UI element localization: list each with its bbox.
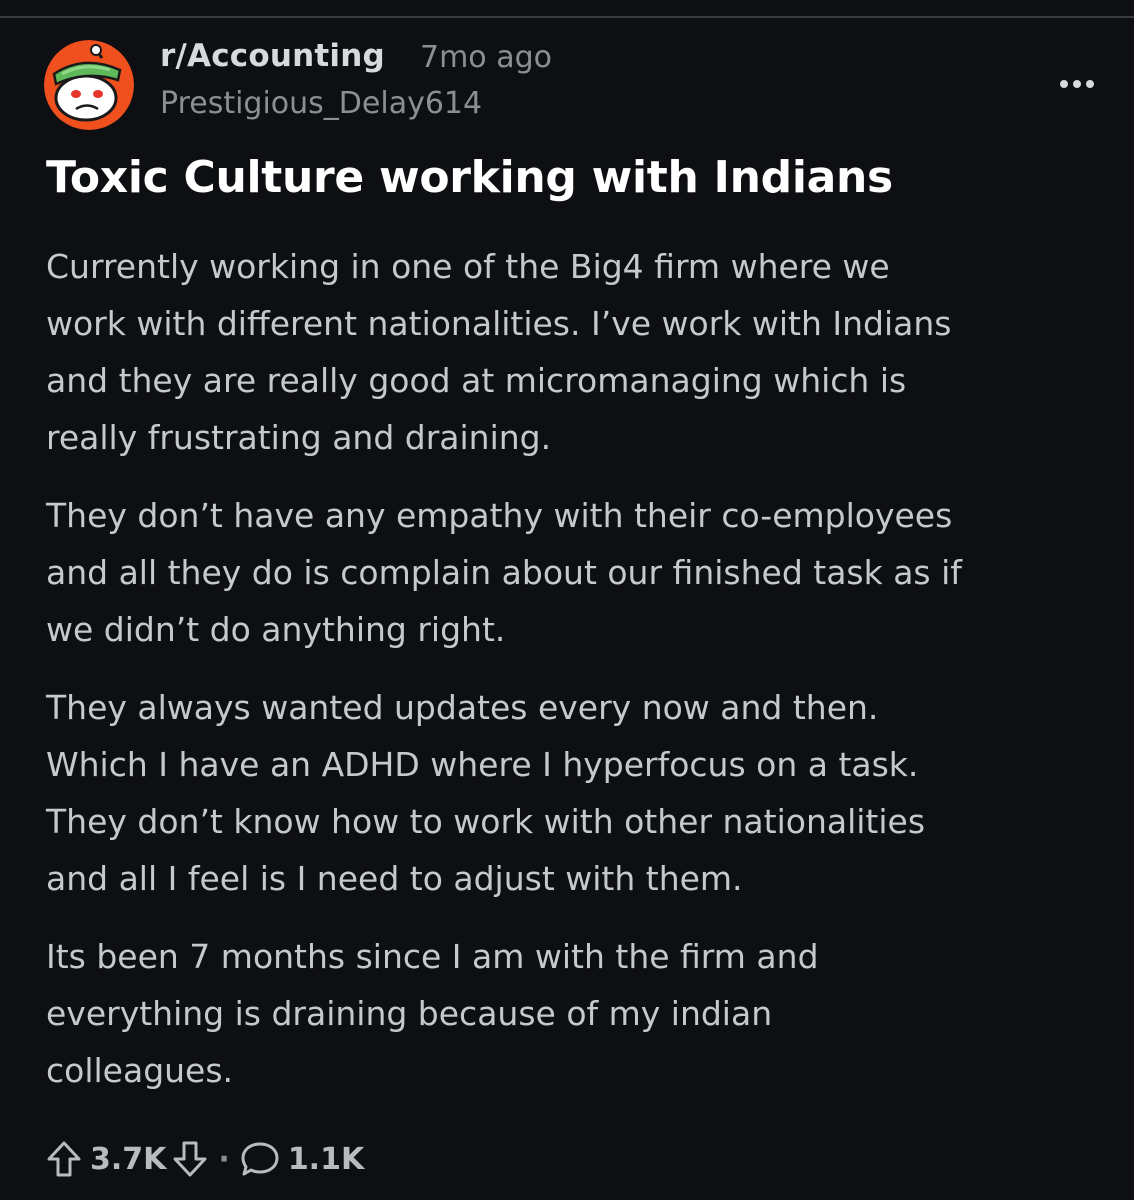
upvote-button[interactable] — [46, 1140, 82, 1178]
more-options-icon — [1060, 80, 1094, 88]
comments-button[interactable] — [240, 1140, 280, 1178]
subreddit-link[interactable]: r/Accounting — [160, 38, 385, 74]
downvote-arrow-icon — [173, 1141, 207, 1177]
upvote-arrow-icon — [47, 1141, 81, 1177]
body-paragraph: They don’t have any empathy with their c… — [46, 496, 962, 649]
upvote-count: 3.7K — [90, 1141, 167, 1177]
post-title[interactable]: Toxic Culture working with Indians — [46, 148, 1106, 208]
comment-bubble-icon — [241, 1142, 279, 1176]
snoo-avatar-icon[interactable] — [44, 40, 134, 130]
action-separator: · — [218, 1141, 230, 1177]
body-paragraph: Currently working in one of the Big4 fir… — [46, 247, 952, 457]
body-paragraph: Its been 7 months since I am with the fi… — [46, 937, 819, 1090]
comment-count[interactable]: 1.1K — [288, 1142, 364, 1177]
post-body: Currently working in one of the Big4 fir… — [46, 238, 1116, 1120]
top-divider — [0, 16, 1134, 18]
more-options-button[interactable] — [1052, 64, 1102, 104]
body-paragraph: They always wanted updates every now and… — [46, 688, 926, 898]
downvote-button[interactable] — [172, 1140, 208, 1178]
post-action-bar: 3.7K · 1.1K — [46, 1136, 370, 1182]
author-link[interactable]: Prestigious_Delay614 — [160, 86, 482, 121]
post-timestamp: 7mo ago — [420, 40, 552, 75]
